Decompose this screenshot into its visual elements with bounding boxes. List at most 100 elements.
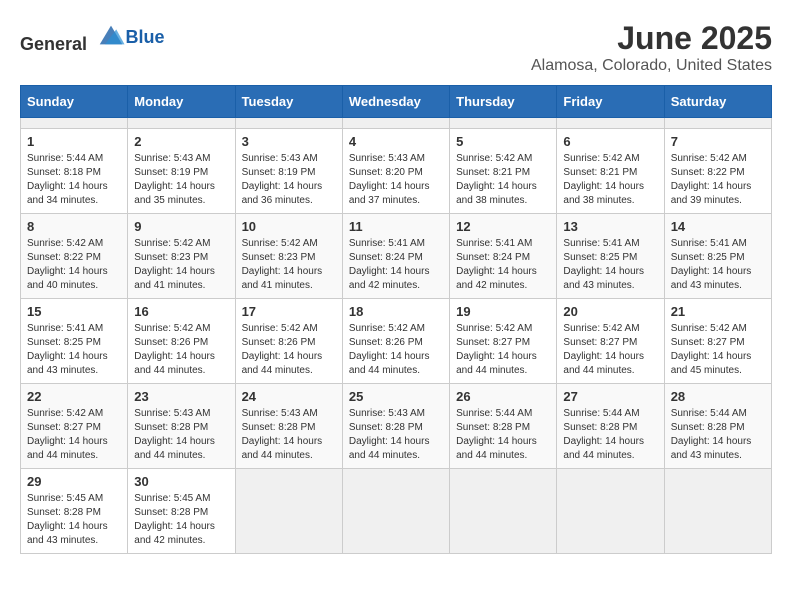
calendar-week-row: 15 Sunrise: 5:41 AM Sunset: 8:25 PM Dayl… [21, 299, 772, 384]
day-number: 19 [456, 304, 550, 319]
logo: General Blue [20, 20, 165, 55]
day-number: 13 [563, 219, 657, 234]
calendar-cell: 9 Sunrise: 5:42 AM Sunset: 8:23 PM Dayli… [128, 214, 235, 299]
calendar-cell: 25 Sunrise: 5:43 AM Sunset: 8:28 PM Dayl… [342, 384, 449, 469]
calendar-week-row: 1 Sunrise: 5:44 AM Sunset: 8:18 PM Dayli… [21, 129, 772, 214]
day-number: 2 [134, 134, 228, 149]
calendar-cell [342, 118, 449, 129]
day-of-week-header: Saturday [664, 86, 771, 118]
day-number: 15 [27, 304, 121, 319]
day-info: Sunrise: 5:42 AM Sunset: 8:26 PM Dayligh… [349, 322, 443, 378]
day-info: Sunrise: 5:44 AM Sunset: 8:18 PM Dayligh… [27, 152, 121, 208]
calendar-cell: 15 Sunrise: 5:41 AM Sunset: 8:25 PM Dayl… [21, 299, 128, 384]
day-number: 27 [563, 389, 657, 404]
day-info: Sunrise: 5:41 AM Sunset: 8:25 PM Dayligh… [27, 322, 121, 378]
day-number: 16 [134, 304, 228, 319]
day-info: Sunrise: 5:44 AM Sunset: 8:28 PM Dayligh… [671, 407, 765, 463]
day-info: Sunrise: 5:42 AM Sunset: 8:26 PM Dayligh… [242, 322, 336, 378]
day-info: Sunrise: 5:41 AM Sunset: 8:24 PM Dayligh… [456, 237, 550, 293]
calendar-cell [342, 469, 449, 554]
calendar-cell [450, 118, 557, 129]
calendar-cell [664, 469, 771, 554]
day-info: Sunrise: 5:42 AM Sunset: 8:23 PM Dayligh… [134, 237, 228, 293]
calendar-cell: 16 Sunrise: 5:42 AM Sunset: 8:26 PM Dayl… [128, 299, 235, 384]
day-of-week-header: Friday [557, 86, 664, 118]
calendar-cell: 2 Sunrise: 5:43 AM Sunset: 8:19 PM Dayli… [128, 129, 235, 214]
day-number: 23 [134, 389, 228, 404]
day-info: Sunrise: 5:42 AM Sunset: 8:21 PM Dayligh… [563, 152, 657, 208]
calendar-week-row: 22 Sunrise: 5:42 AM Sunset: 8:27 PM Dayl… [21, 384, 772, 469]
calendar-subtitle: Alamosa, Colorado, United States [531, 57, 772, 75]
calendar-cell [664, 118, 771, 129]
calendar-cell: 5 Sunrise: 5:42 AM Sunset: 8:21 PM Dayli… [450, 129, 557, 214]
calendar-cell: 20 Sunrise: 5:42 AM Sunset: 8:27 PM Dayl… [557, 299, 664, 384]
day-info: Sunrise: 5:43 AM Sunset: 8:20 PM Dayligh… [349, 152, 443, 208]
day-number: 26 [456, 389, 550, 404]
day-info: Sunrise: 5:41 AM Sunset: 8:25 PM Dayligh… [671, 237, 765, 293]
title-area: June 2025 Alamosa, Colorado, United Stat… [531, 20, 772, 75]
day-info: Sunrise: 5:43 AM Sunset: 8:28 PM Dayligh… [134, 407, 228, 463]
day-number: 4 [349, 134, 443, 149]
calendar-header-row: SundayMondayTuesdayWednesdayThursdayFrid… [21, 86, 772, 118]
day-info: Sunrise: 5:42 AM Sunset: 8:27 PM Dayligh… [671, 322, 765, 378]
calendar-week-row: 29 Sunrise: 5:45 AM Sunset: 8:28 PM Dayl… [21, 469, 772, 554]
day-number: 21 [671, 304, 765, 319]
calendar-cell: 18 Sunrise: 5:42 AM Sunset: 8:26 PM Dayl… [342, 299, 449, 384]
day-number: 9 [134, 219, 228, 234]
day-info: Sunrise: 5:42 AM Sunset: 8:22 PM Dayligh… [671, 152, 765, 208]
calendar-cell: 27 Sunrise: 5:44 AM Sunset: 8:28 PM Dayl… [557, 384, 664, 469]
day-info: Sunrise: 5:42 AM Sunset: 8:23 PM Dayligh… [242, 237, 336, 293]
page-header: General Blue June 2025 Alamosa, Colorado… [20, 20, 772, 75]
day-of-week-header: Tuesday [235, 86, 342, 118]
calendar-table: SundayMondayTuesdayWednesdayThursdayFrid… [20, 85, 772, 554]
day-of-week-header: Sunday [21, 86, 128, 118]
calendar-cell: 6 Sunrise: 5:42 AM Sunset: 8:21 PM Dayli… [557, 129, 664, 214]
day-info: Sunrise: 5:42 AM Sunset: 8:21 PM Dayligh… [456, 152, 550, 208]
day-number: 11 [349, 219, 443, 234]
calendar-cell: 3 Sunrise: 5:43 AM Sunset: 8:19 PM Dayli… [235, 129, 342, 214]
calendar-cell: 13 Sunrise: 5:41 AM Sunset: 8:25 PM Dayl… [557, 214, 664, 299]
calendar-cell: 28 Sunrise: 5:44 AM Sunset: 8:28 PM Dayl… [664, 384, 771, 469]
day-number: 14 [671, 219, 765, 234]
day-number: 3 [242, 134, 336, 149]
day-info: Sunrise: 5:44 AM Sunset: 8:28 PM Dayligh… [456, 407, 550, 463]
calendar-cell: 12 Sunrise: 5:41 AM Sunset: 8:24 PM Dayl… [450, 214, 557, 299]
day-info: Sunrise: 5:42 AM Sunset: 8:27 PM Dayligh… [563, 322, 657, 378]
day-info: Sunrise: 5:42 AM Sunset: 8:26 PM Dayligh… [134, 322, 228, 378]
day-number: 30 [134, 474, 228, 489]
day-info: Sunrise: 5:42 AM Sunset: 8:27 PM Dayligh… [456, 322, 550, 378]
calendar-week-row: 8 Sunrise: 5:42 AM Sunset: 8:22 PM Dayli… [21, 214, 772, 299]
day-info: Sunrise: 5:42 AM Sunset: 8:22 PM Dayligh… [27, 237, 121, 293]
day-info: Sunrise: 5:45 AM Sunset: 8:28 PM Dayligh… [27, 492, 121, 548]
day-info: Sunrise: 5:43 AM Sunset: 8:28 PM Dayligh… [349, 407, 443, 463]
day-number: 7 [671, 134, 765, 149]
day-number: 28 [671, 389, 765, 404]
logo-text-blue: Blue [126, 27, 165, 47]
calendar-cell [557, 469, 664, 554]
day-info: Sunrise: 5:45 AM Sunset: 8:28 PM Dayligh… [134, 492, 228, 548]
calendar-cell: 4 Sunrise: 5:43 AM Sunset: 8:20 PM Dayli… [342, 129, 449, 214]
day-number: 29 [27, 474, 121, 489]
calendar-cell [235, 469, 342, 554]
calendar-week-row [21, 118, 772, 129]
day-info: Sunrise: 5:44 AM Sunset: 8:28 PM Dayligh… [563, 407, 657, 463]
day-number: 8 [27, 219, 121, 234]
calendar-cell: 23 Sunrise: 5:43 AM Sunset: 8:28 PM Dayl… [128, 384, 235, 469]
calendar-cell: 21 Sunrise: 5:42 AM Sunset: 8:27 PM Dayl… [664, 299, 771, 384]
calendar-cell: 26 Sunrise: 5:44 AM Sunset: 8:28 PM Dayl… [450, 384, 557, 469]
day-info: Sunrise: 5:42 AM Sunset: 8:27 PM Dayligh… [27, 407, 121, 463]
calendar-cell: 17 Sunrise: 5:42 AM Sunset: 8:26 PM Dayl… [235, 299, 342, 384]
day-number: 18 [349, 304, 443, 319]
logo-text-general: General [20, 34, 87, 54]
calendar-cell: 22 Sunrise: 5:42 AM Sunset: 8:27 PM Dayl… [21, 384, 128, 469]
day-of-week-header: Thursday [450, 86, 557, 118]
calendar-cell [450, 469, 557, 554]
day-number: 24 [242, 389, 336, 404]
calendar-cell: 10 Sunrise: 5:42 AM Sunset: 8:23 PM Dayl… [235, 214, 342, 299]
day-info: Sunrise: 5:41 AM Sunset: 8:24 PM Dayligh… [349, 237, 443, 293]
day-number: 25 [349, 389, 443, 404]
day-number: 5 [456, 134, 550, 149]
calendar-cell: 8 Sunrise: 5:42 AM Sunset: 8:22 PM Dayli… [21, 214, 128, 299]
calendar-cell [557, 118, 664, 129]
day-number: 17 [242, 304, 336, 319]
